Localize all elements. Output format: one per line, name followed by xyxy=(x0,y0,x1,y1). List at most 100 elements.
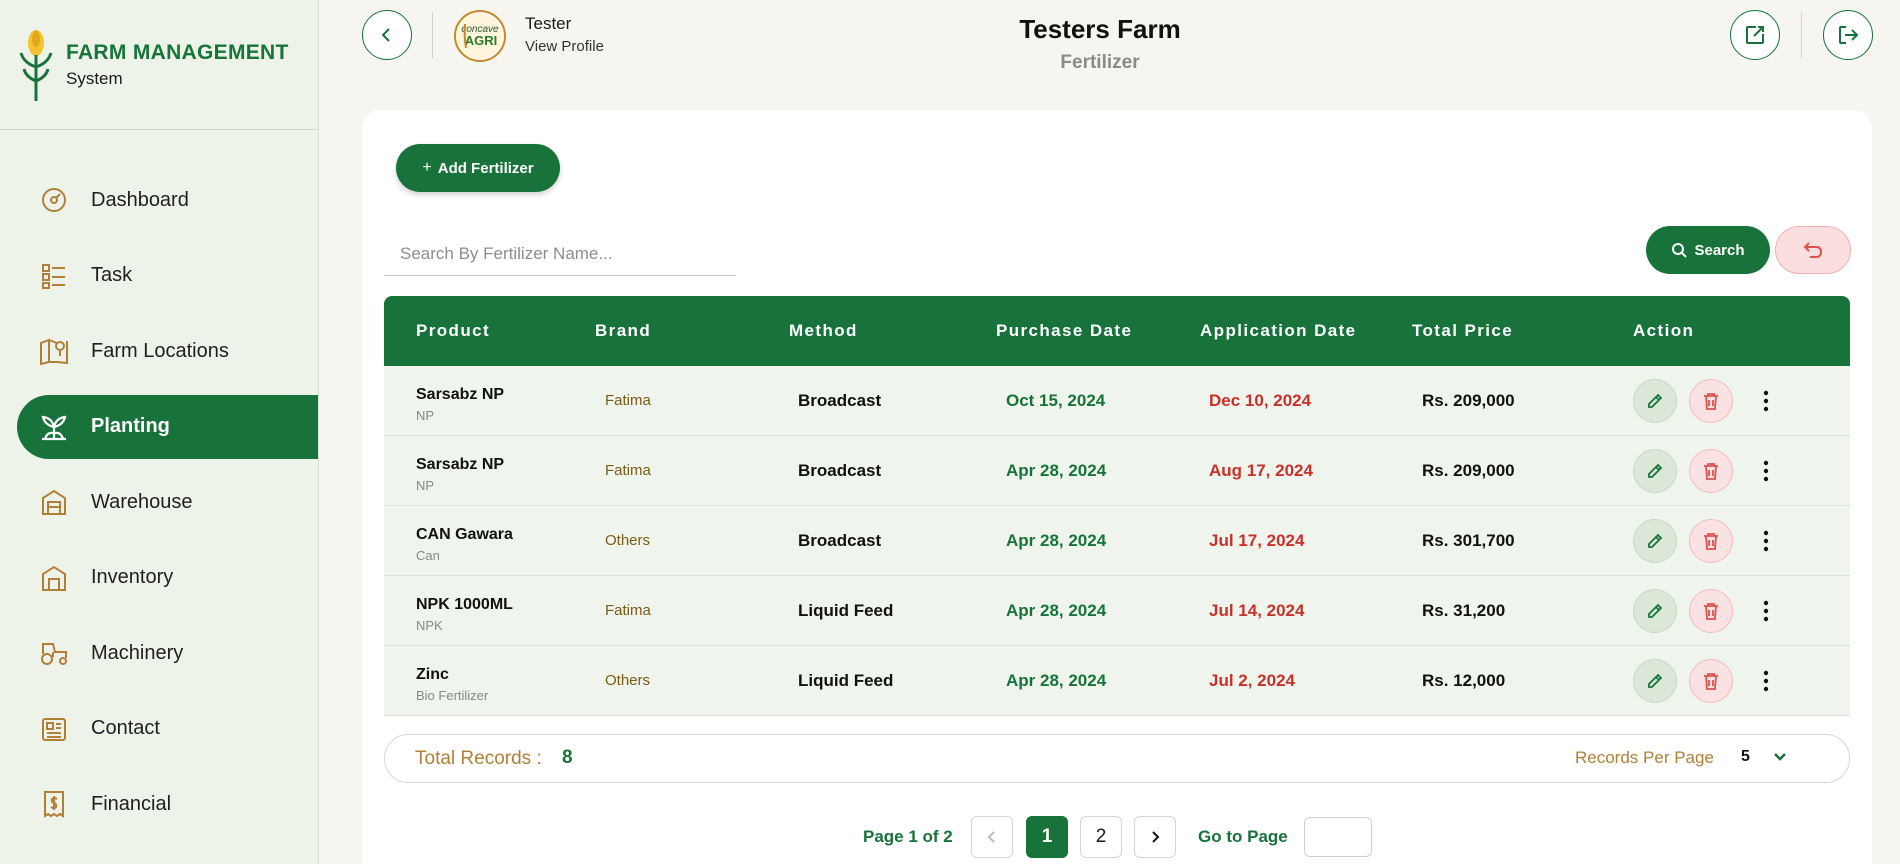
concave-agri-logo-icon: concave AGRI xyxy=(458,14,502,58)
search-icon xyxy=(1672,243,1688,258)
add-fertilizer-label: Add Fertilizer xyxy=(437,159,534,177)
sidebar-item-label: Planting xyxy=(91,415,170,437)
page-button-1[interactable]: 1 xyxy=(1026,816,1068,858)
product-type: Can xyxy=(416,548,440,563)
pencil-icon xyxy=(1648,603,1663,618)
sidebar-item-warehouse[interactable]: Warehouse xyxy=(17,470,318,534)
edit-button[interactable] xyxy=(1633,659,1677,703)
logout-button[interactable] xyxy=(1823,10,1873,60)
prev-page-button[interactable] xyxy=(971,816,1013,858)
edit-button[interactable] xyxy=(1633,379,1677,423)
user-name: Tester xyxy=(525,14,572,33)
total-price-cell: Rs. 209,000 xyxy=(1422,391,1515,410)
back-button[interactable] xyxy=(362,10,412,60)
chevron-down-icon[interactable] xyxy=(1772,749,1788,770)
total-price-cell: Rs. 209,000 xyxy=(1422,461,1515,480)
edit-button[interactable] xyxy=(1633,449,1677,493)
purchase-date-cell: Apr 28, 2024 xyxy=(1006,461,1107,480)
total-price-cell: Rs. 301,700 xyxy=(1422,531,1515,550)
view-profile-link[interactable]: View Profile xyxy=(525,38,604,55)
sidebar-item-label: Dashboard xyxy=(91,188,189,211)
kebab-menu-icon xyxy=(1763,460,1769,482)
sidebar-item-label: Inventory xyxy=(91,566,174,588)
trash-icon xyxy=(1704,673,1718,690)
search-input[interactable] xyxy=(384,232,736,276)
next-page-button[interactable] xyxy=(1134,816,1176,858)
more-options-button[interactable] xyxy=(1754,594,1778,628)
delete-button[interactable] xyxy=(1689,379,1733,423)
page-button-2[interactable]: 2 xyxy=(1080,816,1122,858)
trash-icon xyxy=(1704,533,1718,550)
trash-icon xyxy=(1704,393,1718,410)
brand-cell: Fatima xyxy=(605,392,651,409)
sidebar-item-machinery[interactable]: Machinery xyxy=(17,621,318,685)
sidebar-item-label: Farm Locations xyxy=(91,339,229,362)
column-header-total-price: Total Price xyxy=(1412,321,1514,340)
product-name: CAN Gawara xyxy=(416,526,513,543)
share-button[interactable] xyxy=(1730,10,1780,60)
sidebar-item-label: Machinery xyxy=(91,641,184,664)
topbar: concave AGRI Tester View Profile Testers… xyxy=(320,0,1900,100)
warehouse-icon xyxy=(39,487,69,517)
sidebar-item-label: Financial xyxy=(91,792,172,815)
product-type: NP xyxy=(416,408,435,423)
more-options-button[interactable] xyxy=(1754,524,1778,558)
delete-button[interactable] xyxy=(1689,449,1733,493)
sidebar-item-label: Contact xyxy=(91,717,160,739)
receipt-dollar-icon xyxy=(39,789,69,819)
kebab-menu-icon xyxy=(1763,600,1769,622)
sidebar-item-dashboard[interactable]: Dashboard xyxy=(17,168,318,232)
table-row: Zinc Bio Fertilizer Others Liquid Feed A… xyxy=(384,646,1850,716)
reset-button[interactable] xyxy=(1775,226,1851,274)
divider xyxy=(1801,12,1802,58)
brand-cell: Others xyxy=(605,532,651,549)
plant-sprout-icon xyxy=(39,412,69,442)
application-date-cell: Jul 17, 2024 xyxy=(1209,531,1305,550)
purchase-date-cell: Apr 28, 2024 xyxy=(1006,531,1107,550)
product-name: Zinc xyxy=(416,666,449,683)
task-list-icon xyxy=(39,261,69,291)
edit-button[interactable] xyxy=(1633,589,1677,633)
more-options-button[interactable] xyxy=(1754,664,1778,698)
add-fertilizer-button[interactable]: + Add Fertilizer xyxy=(396,144,560,192)
application-date-cell: Jul 2, 2024 xyxy=(1209,671,1296,690)
go-to-page-input[interactable] xyxy=(1304,817,1372,857)
svg-text:AGRI: AGRI xyxy=(465,33,498,48)
method-cell: Liquid Feed xyxy=(798,601,894,620)
more-options-button[interactable] xyxy=(1754,454,1778,488)
edit-button[interactable] xyxy=(1633,519,1677,563)
kebab-menu-icon xyxy=(1763,530,1769,552)
page-subtitle: Fertilizer xyxy=(1060,52,1140,73)
method-cell: Liquid Feed xyxy=(798,671,894,690)
sidebar-item-farm-locations[interactable]: Farm Locations xyxy=(17,319,318,383)
table-row: NPK 1000ML NPK Fatima Liquid Feed Apr 28… xyxy=(384,576,1850,646)
product-name: Sarsabz NP xyxy=(416,386,505,403)
more-options-button[interactable] xyxy=(1754,384,1778,418)
sidebar-item-contact[interactable]: Contact xyxy=(17,697,318,761)
sidebar: FARM MANAGEMENT System Dashboard Task Fa… xyxy=(0,0,319,864)
search-button[interactable]: Search xyxy=(1646,226,1770,274)
sidebar-item-inventory[interactable]: Inventory xyxy=(17,546,318,610)
avatar[interactable]: concave AGRI xyxy=(454,10,506,62)
sidebar-item-financial[interactable]: Financial xyxy=(17,772,318,836)
sidebar-item-task[interactable]: Task xyxy=(17,244,318,308)
records-per-page-select[interactable]: 5 xyxy=(1741,748,1750,766)
table-row: Sarsabz NP NP Fatima Broadcast Oct 15, 2… xyxy=(384,366,1850,436)
column-header-brand: Brand xyxy=(595,321,652,340)
trash-icon xyxy=(1704,463,1718,480)
sidebar-item-planting[interactable]: Planting xyxy=(17,394,318,459)
method-cell: Broadcast xyxy=(798,461,882,480)
sidebar-item-label: Task xyxy=(91,264,133,286)
product-name: Sarsabz NP xyxy=(416,456,505,473)
product-name: NPK 1000ML xyxy=(416,596,513,613)
chevron-left-icon xyxy=(987,831,995,843)
sidebar-item-label: Warehouse xyxy=(91,490,193,513)
pencil-icon xyxy=(1648,533,1663,548)
total-records-label: Total Records : xyxy=(415,748,542,769)
delete-button[interactable] xyxy=(1689,519,1733,563)
delete-button[interactable] xyxy=(1689,659,1733,703)
pencil-icon xyxy=(1648,673,1663,688)
application-date-cell: Dec 10, 2024 xyxy=(1209,391,1312,410)
delete-button[interactable] xyxy=(1689,589,1733,633)
dashboard-gauge-icon xyxy=(39,185,69,215)
